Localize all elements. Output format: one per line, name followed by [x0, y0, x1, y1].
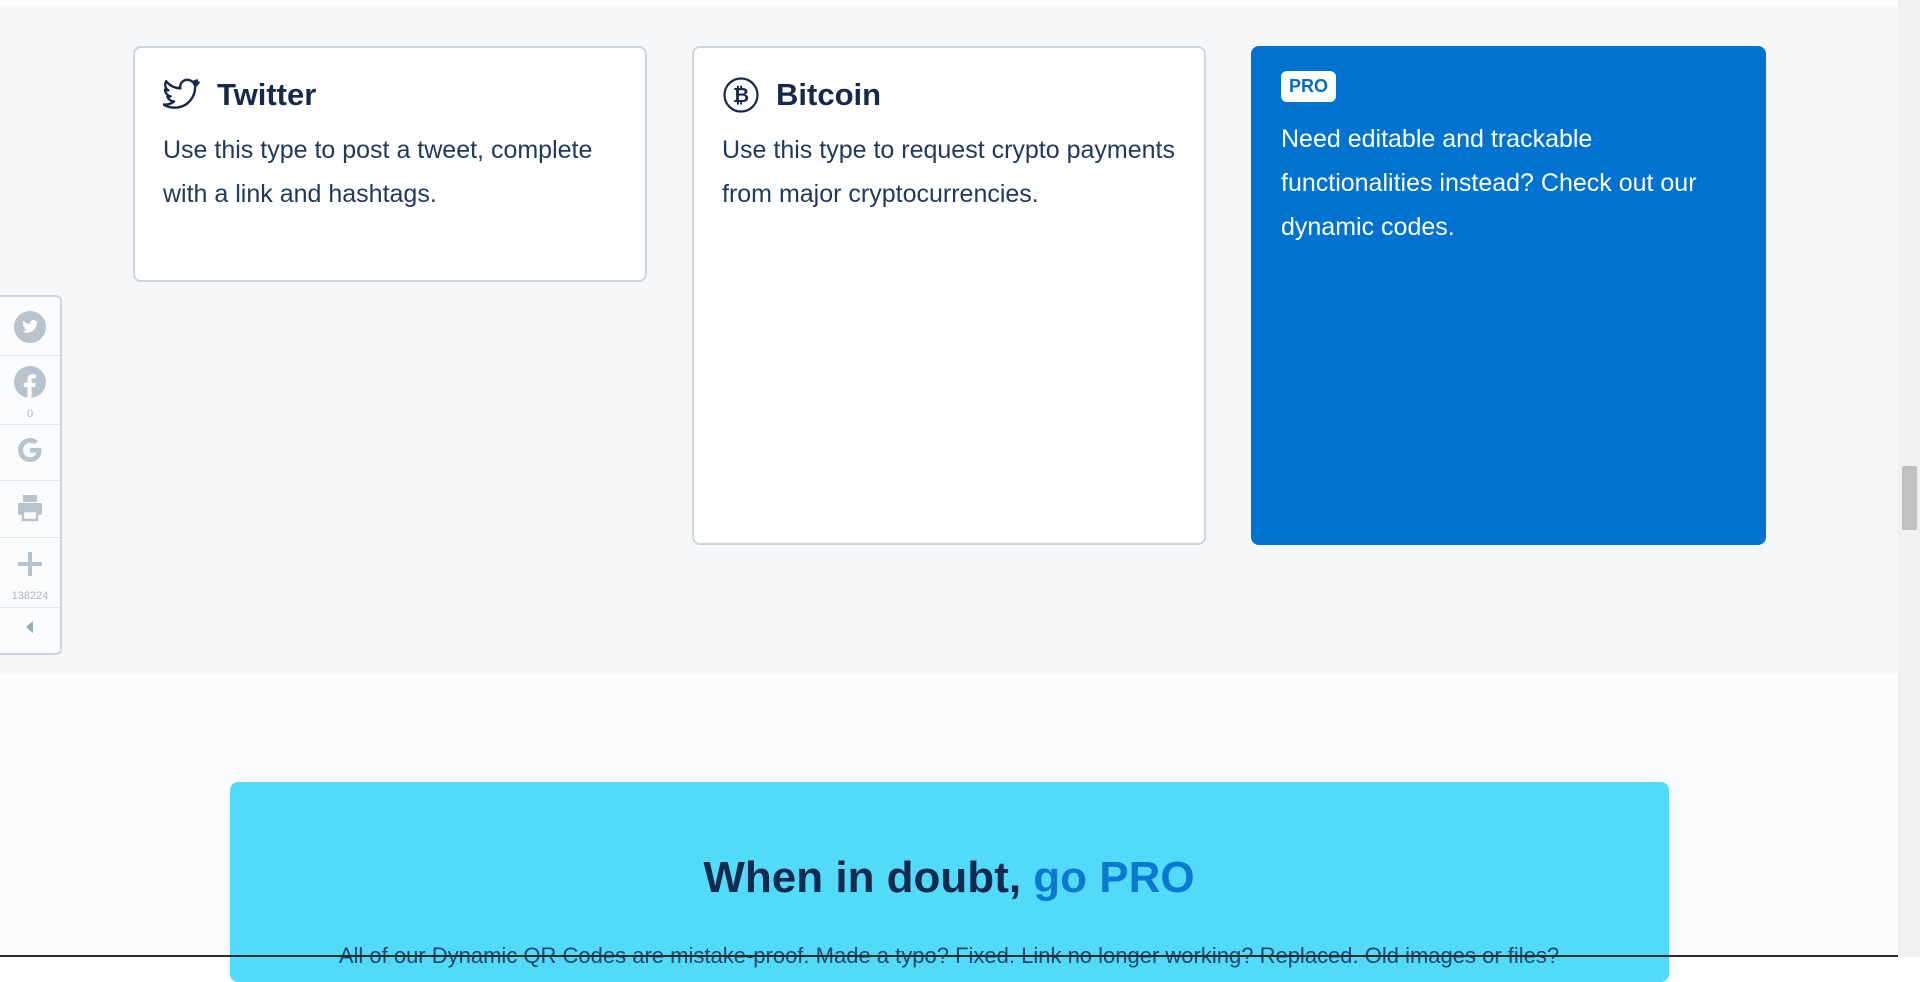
- bitcoin-icon: ₿: [722, 76, 760, 114]
- pro-description: Need editable and trackable functionalit…: [1281, 125, 1697, 241]
- card-title: Bitcoin: [776, 77, 882, 112]
- card-header: ₿ Bitcoin: [722, 76, 881, 114]
- collapse-share-bar-button[interactable]: [0, 617, 60, 642]
- twitter-icon: [13, 310, 47, 349]
- social-share-bar: 0 138224: [0, 295, 62, 655]
- facebook-icon: [13, 365, 47, 404]
- card-description: Use this type to request crypto payments…: [722, 136, 1175, 208]
- facebook-share-count: 0: [26, 408, 34, 420]
- card-title: Twitter: [217, 77, 317, 112]
- plus-icon: [13, 547, 47, 586]
- share-google-button[interactable]: [0, 433, 60, 472]
- share-twitter-button[interactable]: [0, 310, 60, 349]
- scrollbar-thumb[interactable]: [1902, 466, 1917, 530]
- cta-title-highlight: go PRO: [1033, 853, 1195, 902]
- print-button[interactable]: [0, 490, 60, 529]
- card-header: Twitter: [163, 76, 316, 114]
- pro-promo-card[interactable]: PRO Need editable and trackable function…: [1251, 46, 1766, 545]
- cta-title-prefix: When in doubt,: [703, 853, 1034, 902]
- print-icon: [13, 490, 47, 529]
- total-share-count: 138224: [11, 590, 49, 602]
- share-facebook-button[interactable]: 0: [0, 365, 60, 420]
- cta-title: When in doubt, go PRO: [0, 853, 1898, 903]
- card-description: Use this type to post a tweet, complete …: [163, 136, 593, 208]
- pro-badge: PRO: [1281, 71, 1337, 102]
- qr-type-card-bitcoin[interactable]: ₿ Bitcoin Use this type to request crypt…: [692, 46, 1206, 545]
- google-icon: [13, 433, 47, 472]
- share-more-button[interactable]: 138224: [0, 547, 60, 602]
- collapse-icon: [20, 617, 40, 642]
- twitter-icon: [163, 76, 201, 114]
- qr-type-card-twitter[interactable]: Twitter Use this type to post a tweet, c…: [133, 46, 647, 282]
- svg-text:₿: ₿: [733, 83, 749, 107]
